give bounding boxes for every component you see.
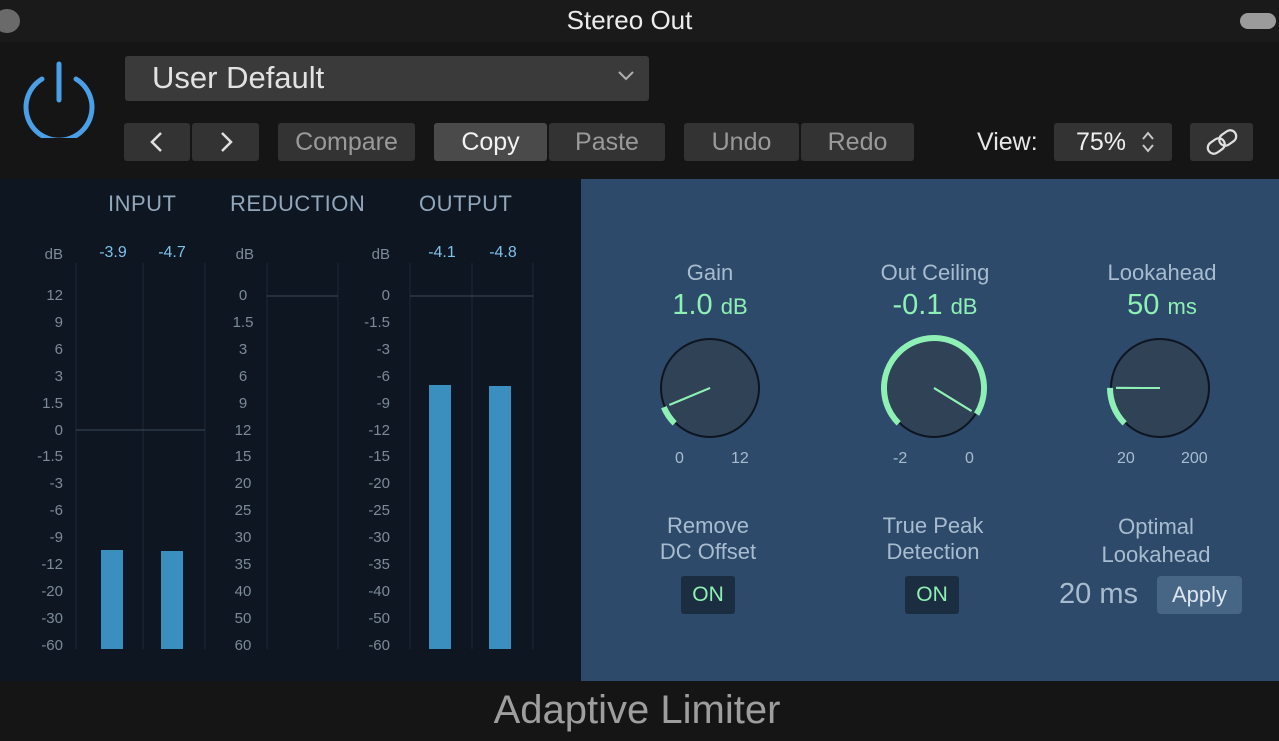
output-scale-tick: -9: [376, 394, 390, 412]
reduction-scale-tick: 20: [234, 475, 252, 493]
out-ceiling-max: 0: [965, 450, 974, 467]
plugin-name: Adaptive Limiter: [493, 688, 781, 732]
gain-knob[interactable]: [650, 328, 770, 438]
output-scale-tick: -12: [368, 421, 390, 439]
chevron-left-icon: [150, 132, 162, 152]
undo-button[interactable]: Undo: [684, 123, 799, 161]
input-scale-tick: 12: [46, 287, 63, 304]
true-peak-label: True Peak Detection: [882, 513, 984, 564]
output-scale-tick: -30: [368, 529, 390, 547]
reduction-scale-tick: 40: [234, 582, 252, 600]
output-scale-tick: -1.5: [364, 313, 390, 331]
true-peak-toggle[interactable]: ON: [905, 576, 959, 614]
redo-button[interactable]: Redo: [801, 123, 914, 161]
lookahead-min: 20: [1117, 450, 1135, 467]
view-zoom-select[interactable]: 75%: [1054, 123, 1172, 161]
output-scale-tick: -35: [368, 556, 390, 573]
output-scale-tick: -15: [368, 448, 390, 466]
remove-dc-label: Remove DC Offset: [659, 513, 757, 564]
reduction-scale-tick: 9: [238, 394, 248, 412]
lookahead-knob[interactable]: [1100, 328, 1220, 438]
output-scale-tick: -3: [376, 340, 390, 358]
window-control-pill[interactable]: [1240, 13, 1276, 29]
output-scale-tick: -25: [368, 502, 390, 520]
gain-label: Gain: [686, 260, 734, 285]
view-zoom-value: 75%: [1076, 127, 1127, 156]
chevron-right-icon: [220, 132, 233, 152]
output-scale-tick: -60: [368, 636, 390, 654]
reduction-scale-tick: 60: [234, 636, 252, 654]
reduction-scale-tick: 35: [234, 556, 252, 573]
power-icon[interactable]: [20, 58, 98, 138]
output-scale-tick: 0: [381, 287, 390, 304]
compare-button[interactable]: Compare: [278, 123, 415, 161]
apply-button[interactable]: Apply: [1157, 576, 1242, 614]
view-label: View:: [977, 128, 1038, 156]
copy-button[interactable]: Copy: [434, 123, 547, 161]
output-scale-tick: -20: [368, 475, 390, 493]
reduction-scale-tick: 12: [234, 421, 252, 439]
paste-button[interactable]: Paste: [549, 123, 665, 161]
preset-name: User Default: [152, 60, 325, 95]
lookahead-value: 50 ms: [1127, 289, 1197, 321]
out-ceiling-knob[interactable]: [874, 328, 994, 438]
lookahead-max: 200: [1181, 450, 1208, 467]
input-meter-bar-right: [161, 551, 183, 649]
input-scale-tick: -6: [49, 502, 63, 520]
input-scale-tick: -3: [49, 475, 63, 493]
input-scale-tick: -12: [41, 556, 63, 573]
chevron-down-icon: [618, 71, 634, 81]
input-meter-bar-left: [101, 550, 123, 649]
input-scale-tick: -30: [41, 609, 63, 627]
gain-max: 12: [731, 450, 749, 467]
window-title: Stereo Out: [566, 5, 693, 35]
out-ceiling-min: -2: [893, 450, 908, 467]
next-preset-button[interactable]: [192, 123, 259, 161]
gain-min: 0: [675, 450, 684, 467]
input-scale-tick: -1.5: [37, 448, 63, 466]
gain-value: 1.0 dB: [672, 289, 748, 321]
out-ceiling-value: -0.1 dB: [892, 289, 978, 321]
link-button[interactable]: [1190, 123, 1253, 161]
output-scale-tick: -50: [368, 609, 390, 627]
reduction-scale-tick: 50: [234, 609, 252, 627]
reduction-scale-tick: 15: [234, 448, 252, 466]
remove-dc-toggle[interactable]: ON: [681, 576, 735, 614]
input-scale-tick: -60: [41, 636, 63, 654]
input-scale-tick: 6: [54, 340, 63, 358]
reduction-scale-tick: 6: [238, 367, 248, 385]
input-scale-tick: 1.5: [42, 394, 63, 412]
optimal-lookahead-label: Optimal Lookahead: [1101, 514, 1211, 567]
reduction-scale-tick: 1.5: [232, 313, 254, 331]
input-scale-tick: 3: [54, 367, 63, 385]
reduction-scale-tick: 0: [238, 287, 248, 304]
output-scale-tick: -40: [368, 582, 390, 600]
input-scale-tick: -9: [49, 529, 63, 547]
lookahead-label: Lookahead: [1107, 260, 1217, 285]
previous-preset-button[interactable]: [124, 123, 190, 161]
stepper-icon: [1142, 131, 1154, 153]
reduction-scale-tick: 30: [234, 529, 252, 547]
out-ceiling-label: Out Ceiling: [880, 260, 990, 285]
output-scale-tick: -6: [376, 367, 390, 385]
link-icon: [1206, 129, 1237, 155]
input-scale-tick: 9: [54, 313, 63, 331]
optimal-lookahead-value: 20 ms: [1059, 578, 1138, 610]
reduction-scale-tick: 25: [234, 502, 252, 520]
reduction-scale-tick: 3: [238, 340, 248, 358]
input-scale-tick: -20: [41, 582, 63, 600]
input-scale-tick: 0: [54, 421, 63, 439]
output-meter-bar-right: [489, 386, 511, 649]
output-meter-bar-left: [429, 385, 451, 649]
